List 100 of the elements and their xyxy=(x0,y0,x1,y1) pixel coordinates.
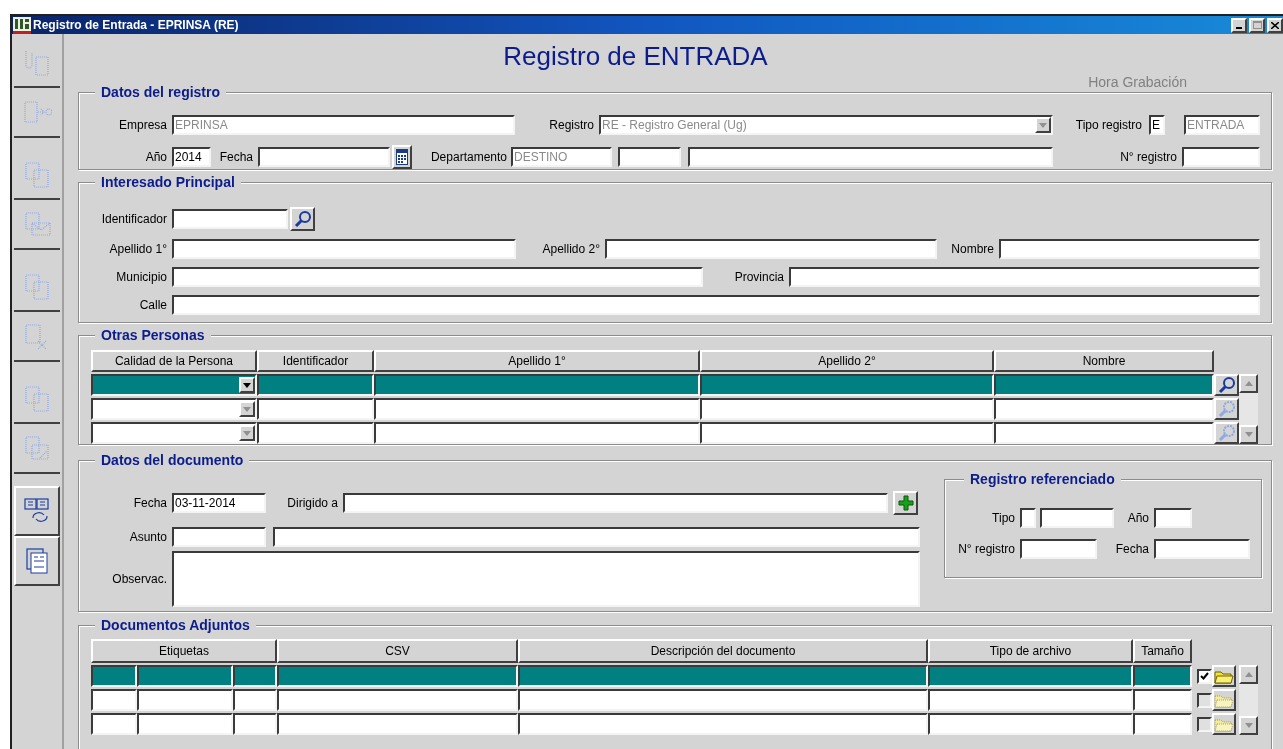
dropdown-button[interactable] xyxy=(239,377,255,393)
folder-button[interactable] xyxy=(1212,665,1236,687)
scroll-down-button[interactable] xyxy=(1239,716,1258,735)
table-cell[interactable] xyxy=(374,398,700,420)
table-cell[interactable] xyxy=(137,689,233,711)
text-field[interactable] xyxy=(618,147,681,167)
table-cell[interactable] xyxy=(994,422,1214,444)
table-cell[interactable] xyxy=(700,374,994,396)
table-cell[interactable] xyxy=(91,422,257,444)
text-field[interactable] xyxy=(273,527,920,547)
table-cell[interactable] xyxy=(91,665,137,687)
text-field[interactable] xyxy=(172,267,703,287)
column-header: Identificador xyxy=(257,350,374,372)
table-cell[interactable] xyxy=(233,713,277,735)
table-cell[interactable] xyxy=(518,665,928,687)
table-cell[interactable] xyxy=(1133,689,1192,711)
search-button[interactable] xyxy=(1214,422,1239,444)
text-area[interactable] xyxy=(172,551,920,607)
field-label: Dirigido a xyxy=(287,495,338,512)
search-button[interactable] xyxy=(1214,374,1239,396)
table-cell[interactable] xyxy=(928,689,1133,711)
text-field[interactable] xyxy=(343,493,888,513)
table-cell[interactable] xyxy=(91,374,257,396)
table-cell[interactable] xyxy=(374,422,700,444)
checkbox[interactable] xyxy=(1197,716,1212,732)
folder-button[interactable] xyxy=(1212,713,1236,735)
table-cell[interactable] xyxy=(928,713,1133,735)
search-button[interactable] xyxy=(1214,398,1239,420)
scroll-down-button[interactable] xyxy=(1239,425,1258,444)
table-cell[interactable] xyxy=(137,713,233,735)
add-button[interactable] xyxy=(893,491,918,515)
text-field[interactable] xyxy=(688,147,1053,167)
field-label: Asunto xyxy=(129,529,167,546)
dropdown-button[interactable] xyxy=(239,401,255,417)
text-field[interactable] xyxy=(999,239,1260,259)
text-field[interactable] xyxy=(172,239,516,259)
scrollbar[interactable] xyxy=(1239,374,1258,444)
table-cell[interactable] xyxy=(277,689,518,711)
table-row[interactable] xyxy=(91,374,1214,396)
table-row[interactable] xyxy=(91,398,1214,420)
close-button[interactable] xyxy=(1267,17,1283,33)
table-cell[interactable] xyxy=(277,665,518,687)
checkbox[interactable] xyxy=(1197,668,1212,684)
table-cell[interactable] xyxy=(994,374,1214,396)
text-field[interactable] xyxy=(605,239,937,259)
text-field[interactable] xyxy=(1182,147,1260,167)
maximize-button[interactable] xyxy=(1249,17,1265,33)
text-field[interactable] xyxy=(172,527,266,547)
table-row[interactable] xyxy=(91,422,1214,444)
close-icon xyxy=(1271,21,1279,29)
table-cell[interactable] xyxy=(700,422,994,444)
table-cell[interactable] xyxy=(1133,665,1192,687)
table-cell[interactable] xyxy=(257,398,374,420)
dropdown-field[interactable]: RE - Registro General (Ug) xyxy=(599,115,1053,135)
table-row[interactable] xyxy=(91,689,1192,711)
text-field[interactable]: 03-11-2014 xyxy=(172,493,266,513)
search-button[interactable] xyxy=(290,207,315,231)
text-field[interactable] xyxy=(258,147,390,167)
table-cell[interactable] xyxy=(91,689,137,711)
table-cell[interactable] xyxy=(233,665,277,687)
up-arrow-icon xyxy=(1244,672,1253,677)
table-cell[interactable] xyxy=(233,689,277,711)
text-field[interactable] xyxy=(1040,508,1114,528)
table-cell[interactable] xyxy=(928,665,1133,687)
minimize-button[interactable] xyxy=(1231,17,1247,33)
scrollbar[interactable] xyxy=(1239,665,1258,735)
table-cell[interactable] xyxy=(518,713,928,735)
table-cell[interactable] xyxy=(518,689,928,711)
table-cell[interactable] xyxy=(91,398,257,420)
table-cell[interactable] xyxy=(277,713,518,735)
column-header: Descripción del documento xyxy=(518,639,928,663)
text-field[interactable] xyxy=(1154,508,1192,528)
text-field[interactable]: ENTRADA xyxy=(1184,115,1260,135)
checkbox[interactable] xyxy=(1197,692,1212,708)
dropdown-button[interactable] xyxy=(239,425,255,441)
text-field[interactable]: EPRINSA xyxy=(172,115,515,135)
table-cell[interactable] xyxy=(700,398,994,420)
table-row[interactable] xyxy=(91,713,1192,735)
table-cell[interactable] xyxy=(257,422,374,444)
folder-button[interactable] xyxy=(1212,689,1236,711)
scroll-up-button[interactable] xyxy=(1239,665,1258,684)
text-field[interactable] xyxy=(172,209,288,229)
table-row[interactable] xyxy=(91,665,1192,687)
table-cell[interactable] xyxy=(91,713,137,735)
text-field[interactable]: DESTINO xyxy=(511,147,612,167)
scroll-up-button[interactable] xyxy=(1239,374,1258,393)
text-field[interactable] xyxy=(172,295,1260,315)
calendar-button[interactable] xyxy=(392,145,412,169)
text-field[interactable] xyxy=(789,267,1260,287)
text-field[interactable] xyxy=(1020,508,1036,528)
text-field[interactable] xyxy=(1154,539,1250,559)
table-cell[interactable] xyxy=(137,665,233,687)
field-label: Fecha xyxy=(133,495,167,512)
text-field[interactable]: E xyxy=(1149,115,1165,135)
table-cell[interactable] xyxy=(1133,713,1192,735)
table-cell[interactable] xyxy=(994,398,1214,420)
text-field[interactable] xyxy=(1020,539,1097,559)
text-field[interactable]: 2014 xyxy=(172,147,211,167)
table-cell[interactable] xyxy=(374,374,700,396)
table-cell[interactable] xyxy=(257,374,374,396)
